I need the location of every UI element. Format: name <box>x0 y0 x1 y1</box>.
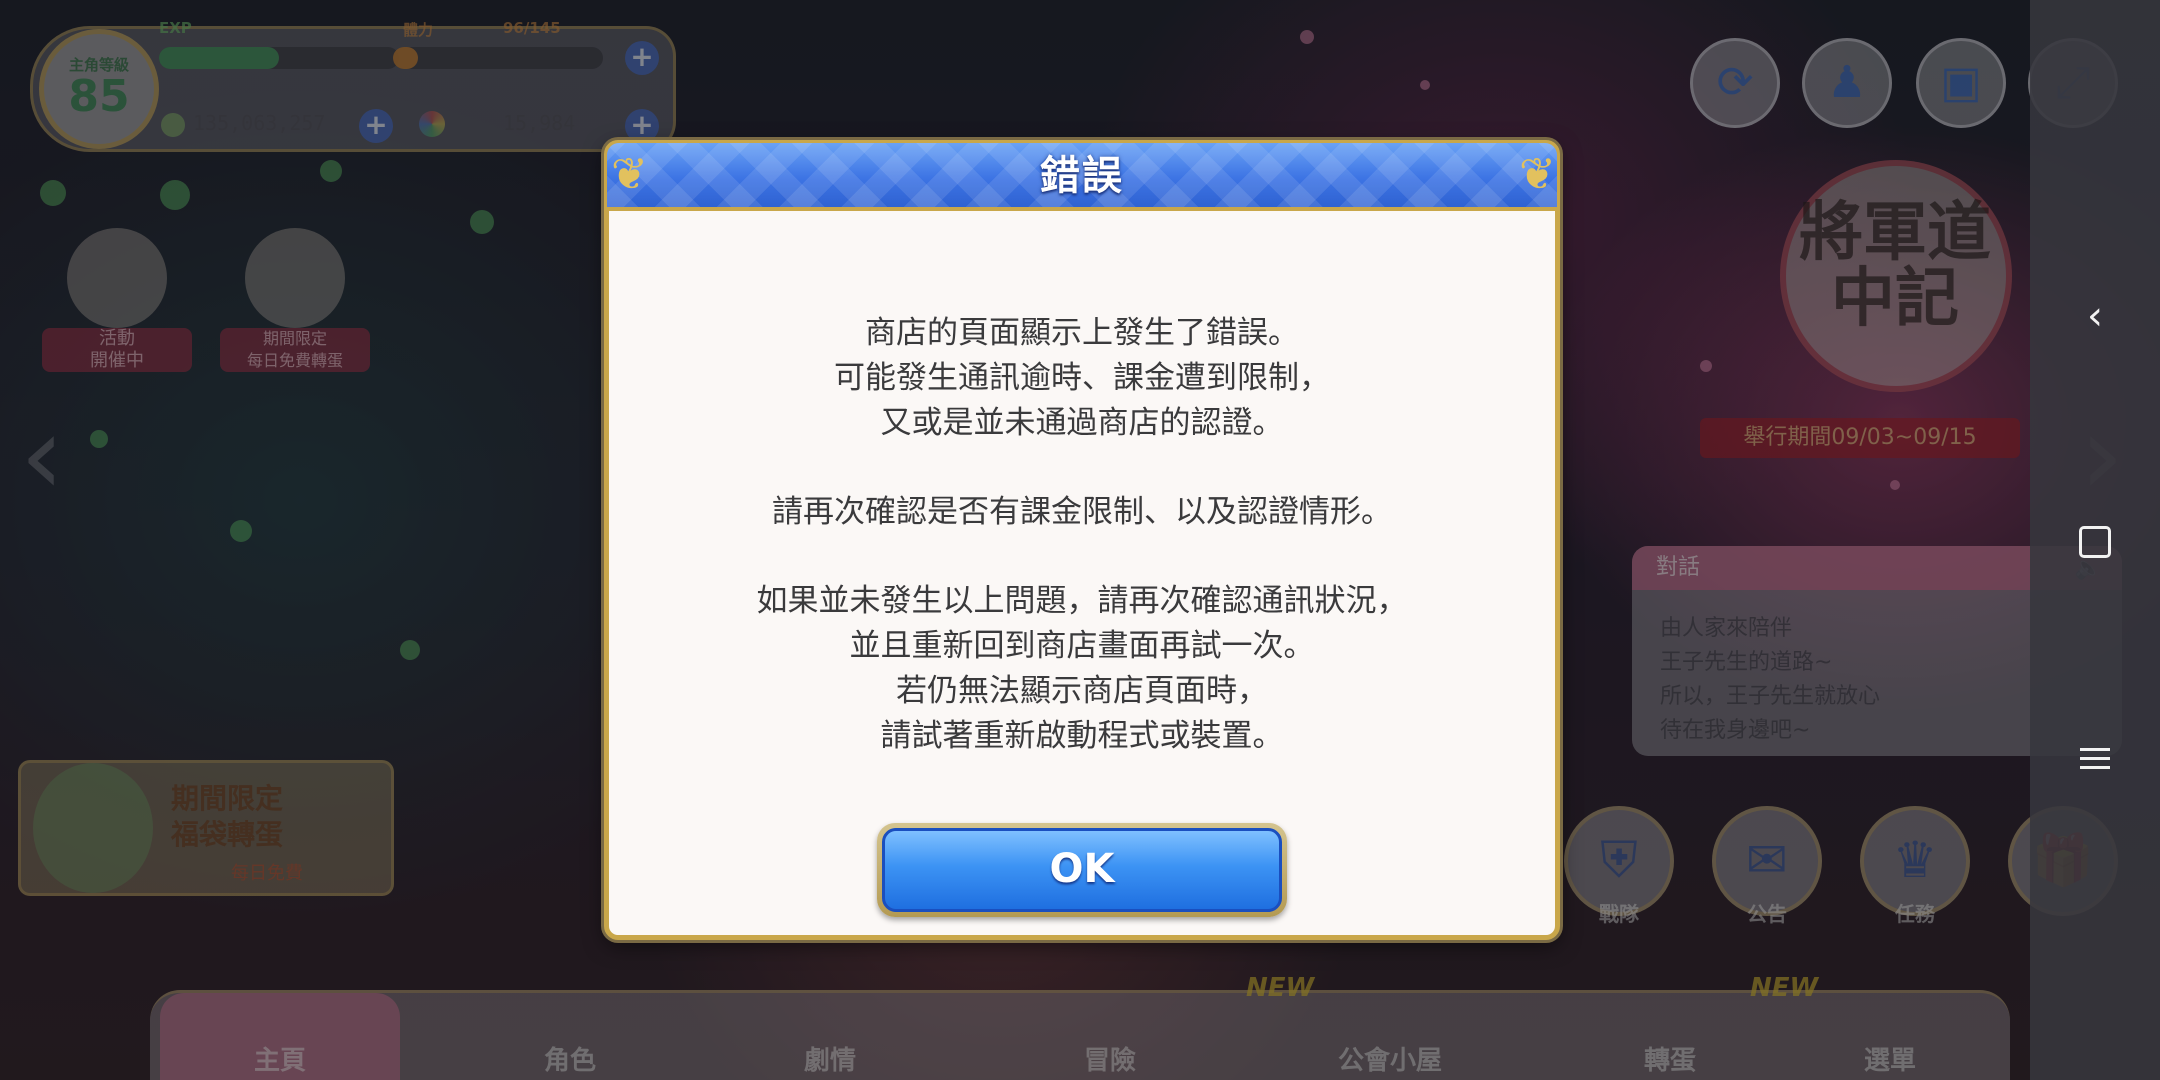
ok-button-label: OK <box>882 828 1282 912</box>
message-line: 可能發生通訊逾時、課金遭到限制， <box>834 360 1330 396</box>
message-line: 請再次確認是否有課金限制、以及認證情形。 <box>772 494 1392 530</box>
game-screen: 主角等級 85 EXP 體力 96/145 + 135,063,257 + 15… <box>0 0 2160 1080</box>
message-line: 又或是並未通過商店的認證。 <box>880 405 1284 441</box>
back-button[interactable]: ‹ <box>2065 286 2125 346</box>
dialog-header: ❦ ❦ 錯誤 <box>607 143 1557 211</box>
home-button[interactable] <box>2065 510 2125 570</box>
message-line: 請試著重新啟動程式或裝置。 <box>880 718 1284 754</box>
ok-button[interactable]: OK <box>877 823 1287 917</box>
android-navigation-bar: ‹ <box>2030 0 2160 1080</box>
message-line: 如果並未發生以上問題，請再次確認通訊狀況， <box>756 583 1408 619</box>
error-dialog: ❦ ❦ 錯誤 商店的頁面顯示上發生了錯誤。 可能發生通訊逾時、課金遭到限制， 又… <box>604 140 1560 940</box>
message-line: 並且重新回到商店畫面再試一次。 <box>849 628 1315 664</box>
home-icon <box>2079 526 2111 558</box>
dialog-message: 商店的頁面顯示上發生了錯誤。 可能發生通訊逾時、課金遭到限制， 又或是並未通過商… <box>609 311 1555 759</box>
recent-apps-button[interactable] <box>2065 734 2125 794</box>
recent-apps-icon <box>2065 748 2125 769</box>
dialog-title: 錯誤 <box>1040 153 1124 199</box>
message-line: 商店的頁面顯示上發生了錯誤。 <box>865 315 1299 351</box>
message-line: 若仍無法顯示商店頁面時， <box>896 673 1268 709</box>
back-icon: ‹ <box>2087 293 2103 339</box>
